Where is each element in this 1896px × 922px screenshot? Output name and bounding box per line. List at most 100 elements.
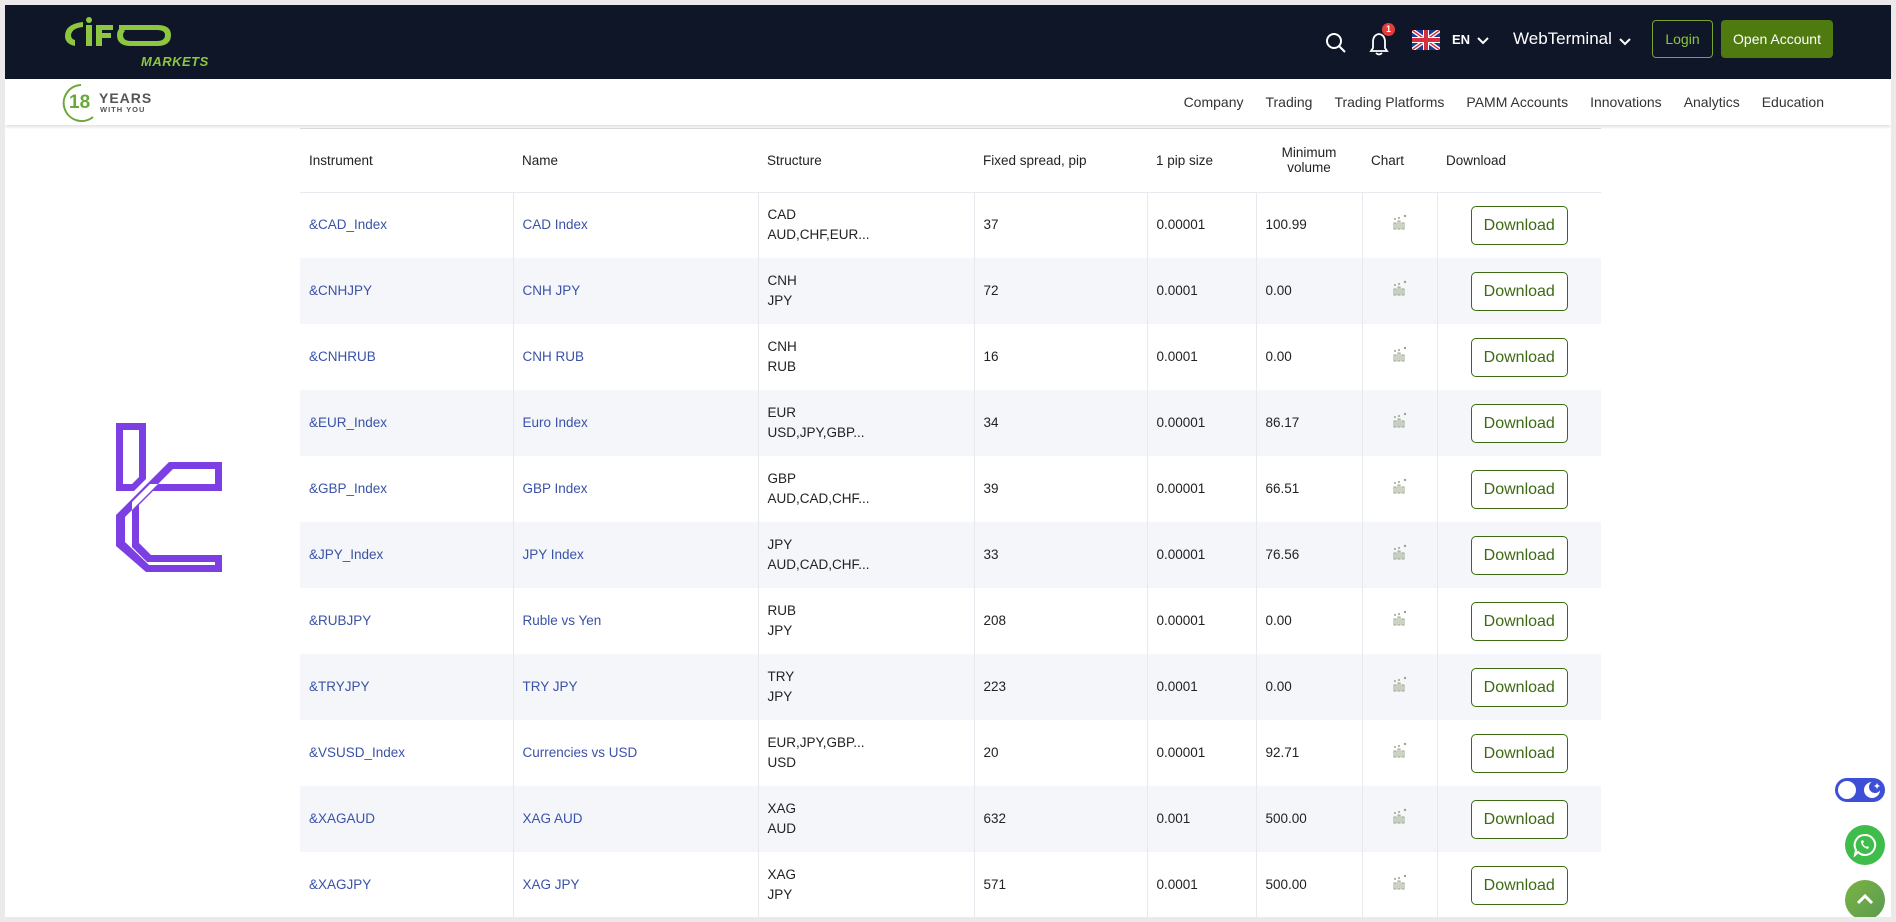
chart-icon[interactable] [1392, 610, 1408, 629]
download-button[interactable]: Download [1470, 865, 1568, 905]
chart-icon[interactable] [1392, 874, 1408, 893]
nav-trading[interactable]: Trading [1265, 94, 1312, 110]
chart-icon[interactable] [1392, 808, 1408, 827]
open-account-button[interactable]: Open Account [1721, 20, 1833, 58]
instrument-name-link[interactable]: GBP Index [523, 481, 588, 496]
ifc-markets-logo[interactable]: MARKETS [61, 14, 208, 70]
chart-icon[interactable] [1392, 742, 1408, 761]
structure-base: XAG [767, 801, 797, 816]
col-fixed-spread[interactable]: Fixed spread, pip [974, 129, 1147, 193]
instrument-name-link[interactable]: Ruble vs Yen [523, 613, 602, 628]
download-button[interactable]: Download [1470, 403, 1568, 443]
name-cell: XAG JPY [512, 852, 758, 917]
instrument-name-link[interactable]: CNH JPY [523, 283, 581, 298]
name-cell: XAG AUD [512, 786, 758, 852]
structure-quote: AUD,CAD,CHF... [767, 557, 870, 572]
purple-brand-logo-icon [113, 420, 225, 585]
nav-innovations[interactable]: Innovations [1590, 94, 1662, 110]
instrument-link[interactable]: &XAGAUD [309, 811, 375, 826]
structure-quote: JPY [767, 689, 793, 704]
structure-base: XAG [767, 867, 797, 882]
col-instrument[interactable]: Instrument [300, 129, 513, 193]
download-button[interactable]: Download [1470, 271, 1568, 311]
nav-pamm-accounts[interactable]: PAMM Accounts [1466, 94, 1568, 110]
whatsapp-button[interactable] [1845, 825, 1885, 865]
instrument-name-link[interactable]: TRY JPY [523, 679, 578, 694]
instrument-link[interactable]: &GBP_Index [309, 481, 387, 496]
instrument-link[interactable]: &RUBJPY [309, 613, 371, 628]
download-cell: Download [1436, 258, 1601, 324]
download-button[interactable]: Download [1470, 535, 1568, 575]
chevron-down-icon[interactable] [1477, 33, 1489, 51]
webterminal-menu[interactable]: WebTerminal [1513, 29, 1612, 49]
name-cell: CAD Index [512, 192, 758, 258]
login-button[interactable]: Login [1652, 20, 1713, 58]
name-cell: Currencies vs USD [512, 720, 758, 786]
nav-analytics[interactable]: Analytics [1684, 94, 1740, 110]
instrument-name-link[interactable]: JPY Index [523, 547, 584, 562]
instrument-cell: &CAD_Index [300, 192, 513, 258]
structure-base: TRY [767, 669, 795, 684]
search-icon[interactable] [1325, 32, 1347, 59]
col-min-volume[interactable]: Minimum volume [1256, 129, 1362, 193]
structure-cell: CNH RUB [757, 324, 974, 390]
years-number: 18 [69, 92, 91, 113]
download-button[interactable]: Download [1470, 469, 1568, 509]
table-row: &RUBJPY Ruble vs Yen RUB JPY 208 0.00001 0.00 D… [300, 588, 1601, 654]
instrument-cell: &RUBJPY [300, 588, 513, 654]
pip-size-cell: 0.00001 [1146, 720, 1256, 786]
download-button[interactable]: Download [1470, 733, 1568, 773]
nav-company[interactable]: Company [1184, 94, 1244, 110]
structure-quote: AUD,CAD,CHF... [767, 491, 870, 506]
nav-education[interactable]: Education [1762, 94, 1824, 110]
chart-icon[interactable] [1392, 280, 1408, 299]
instrument-link[interactable]: &VSUSD_Index [309, 745, 405, 760]
spread-cell: 208 [973, 588, 1147, 654]
instrument-link[interactable]: &XAGJPY [309, 877, 371, 892]
instrument-link[interactable]: &CNHRUB [309, 349, 376, 364]
chevron-down-icon[interactable] [1619, 34, 1631, 52]
uk-flag-icon[interactable] [1410, 28, 1442, 52]
chart-icon[interactable] [1392, 346, 1408, 365]
table-row: &XAGAUD XAG AUD XAG AUD 632 0.001 500.00 Downlo… [300, 786, 1601, 852]
col-structure[interactable]: Structure [758, 129, 974, 193]
instrument-name-link[interactable]: Euro Index [523, 415, 588, 430]
instrument-name-link[interactable]: XAG AUD [523, 811, 583, 826]
download-button[interactable]: Download [1470, 601, 1568, 641]
structure-quote: JPY [767, 887, 793, 902]
instrument-cell: &VSUSD_Index [300, 720, 513, 786]
nav-trading-platforms[interactable]: Trading Platforms [1334, 94, 1444, 110]
structure-base: EUR,JPY,GBP... [767, 735, 865, 750]
scroll-to-top-button[interactable] [1845, 880, 1885, 917]
download-button[interactable]: Download [1470, 799, 1568, 839]
structure-cell: JPY AUD,CAD,CHF... [757, 522, 974, 588]
page-frame: MARKETS 1 EN WebTerminal Login Open Acco… [5, 5, 1891, 917]
instrument-link[interactable]: &CAD_Index [309, 217, 387, 232]
chart-icon[interactable] [1392, 676, 1408, 695]
col-pip-size[interactable]: 1 pip size [1147, 129, 1256, 193]
col-name[interactable]: Name [513, 129, 758, 193]
language-selector[interactable]: EN [1452, 32, 1470, 47]
download-button[interactable]: Download [1470, 337, 1568, 377]
instrument-name-link[interactable]: CNH RUB [523, 349, 585, 364]
years-word: YEARS [99, 90, 153, 106]
chart-icon[interactable] [1392, 478, 1408, 497]
dark-mode-toggle[interactable] [1835, 778, 1885, 802]
table-header-row: Instrument Name Structure Fixed spread, … [300, 129, 1601, 193]
instrument-link[interactable]: &CNHJPY [309, 283, 372, 298]
instrument-name-link[interactable]: XAG JPY [523, 877, 580, 892]
instrument-cell: &CNHJPY [300, 258, 513, 324]
bell-icon[interactable] [1368, 32, 1390, 61]
chart-icon[interactable] [1392, 412, 1408, 431]
download-button[interactable]: Download [1470, 205, 1568, 245]
chart-icon[interactable] [1392, 215, 1408, 233]
instrument-link[interactable]: &TRYJPY [309, 679, 370, 694]
name-cell: Euro Index [512, 390, 758, 456]
instrument-name-link[interactable]: Currencies vs USD [523, 745, 638, 760]
instrument-link[interactable]: &JPY_Index [309, 547, 383, 562]
instrument-link[interactable]: &EUR_Index [309, 415, 387, 430]
download-button[interactable]: Download [1470, 667, 1568, 707]
chart-icon[interactable] [1392, 544, 1408, 563]
instrument-name-link[interactable]: CAD Index [523, 217, 588, 232]
spread-cell: 34 [973, 390, 1147, 456]
